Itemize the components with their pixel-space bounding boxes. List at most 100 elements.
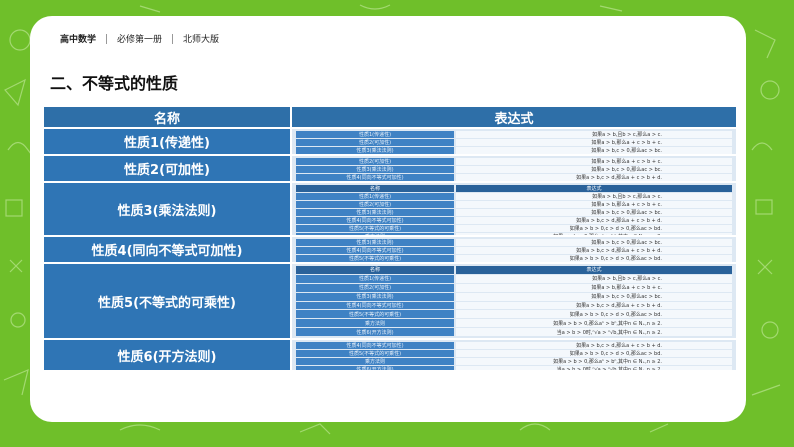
nested-header-expression: 表达式 bbox=[456, 185, 732, 192]
nested-row-expression: 如果a > b > 0,那么aⁿ > bⁿ,其中n ∈ N₊,n ≥ 2. bbox=[456, 233, 732, 235]
nested-table-image: 性质3(乘法法则) 如果a > b,c > 0,那么ac > bc. 性质4(同向不… bbox=[296, 239, 732, 262]
nested-row-expression: 如果a > b,那么a + c > b + c. bbox=[456, 158, 732, 165]
nested-table-row: 性质5(不等式的可乘性) 如果a > b > 0,c > d > 0,那么ac >… bbox=[296, 255, 732, 262]
nested-table-row: 性质3(乘法法则) 如果a > b,c > 0,那么ac > bc. bbox=[296, 239, 732, 246]
nested-table-row: 性质2(可加性) 如果a > b,那么a + c > b + c. bbox=[296, 283, 732, 292]
nested-row-name: 乘方法则 bbox=[296, 319, 454, 328]
nested-row-expression: 如果a > b > 0,c > d > 0,那么ac > bd. bbox=[456, 255, 732, 262]
table-row: 性质3(乘法法则) 名称 表达式 性质1(传递性) 如果a > b,且b > c,那么a… bbox=[44, 183, 736, 235]
section-title-row: 二、不等式的性质 bbox=[50, 70, 178, 94]
table-row: 性质5(不等式的可乘性) 名称 表达式 性质1(传递性) 如果a > b,且b > c,… bbox=[44, 264, 736, 338]
nested-row-expression: 如果a > b,c > 0,那么ac > bc. bbox=[456, 147, 732, 154]
nested-row-name: 性质3(乘法法则) bbox=[296, 239, 454, 246]
nested-row-expression: 如果a > b,那么a + c > b + c. bbox=[456, 201, 732, 208]
property-name-cell: 性质4(同向不等式可加性) bbox=[44, 237, 290, 262]
publisher-label: 北师大版 bbox=[183, 35, 220, 45]
expression-cell: 名称 表达式 性质1(传递性) 如果a > b,且b > c,那么a > c. 性质2(… bbox=[292, 264, 736, 338]
nested-table-row: 性质6(开方法则) 当a > b > 0时,ⁿ√a > ⁿ√b,其中n ∈ N₊,… bbox=[296, 328, 732, 336]
nested-row-name: 性质6(开方法则) bbox=[296, 366, 454, 370]
nested-row-expression: 如果a > b,且b > c,那么a > c. bbox=[456, 193, 732, 200]
nested-row-expression: 如果a > b > 0,那么aⁿ > bⁿ,其中n ∈ N₊,n ≥ 2. bbox=[456, 358, 732, 365]
nested-table-row: 性质4(同向不等式可加性) 如果a > b,c > d,那么a + c > b +… bbox=[296, 342, 732, 349]
nested-row-expression: 如果a > b,且b > c,那么a > c. bbox=[456, 274, 732, 283]
nested-row-name: 性质5(不等式的可乘性) bbox=[296, 225, 454, 232]
property-name-cell: 性质3(乘法法则) bbox=[44, 183, 290, 235]
nested-row-name: 乘方法则 bbox=[296, 358, 454, 365]
nested-table-image: 名称 表达式 性质1(传递性) 如果a > b,且b > c,那么a > c. 性质2(… bbox=[296, 266, 732, 336]
nested-row-expression: 如果a > b,c > d,那么a + c > b + d. bbox=[456, 174, 732, 181]
nested-table-header: 名称 表达式 bbox=[296, 185, 732, 192]
book-label: 必修第一册 bbox=[117, 35, 163, 45]
expression-cell: 名称 表达式 性质1(传递性) 如果a > b,且b > c,那么a > c. 性质2(… bbox=[292, 183, 736, 235]
column-header-name: 名称 bbox=[44, 107, 290, 127]
nested-table-row: 性质5(不等式的可乘性) 如果a > b > 0,c > d > 0,那么ac >… bbox=[296, 310, 732, 319]
subject-label: 高中数学 bbox=[60, 35, 97, 45]
nested-table-row: 性质2(可加性) 如果a > b,那么a + c > b + c. bbox=[296, 158, 732, 165]
inequality-properties-table: 名称 表达式 性质1(传递性) 性质1(传递性) 如果a > b,且b > c,那么… bbox=[44, 107, 736, 370]
nested-row-name: 性质3(乘法法则) bbox=[296, 166, 454, 173]
section-title: 二、不等式的性质 bbox=[50, 74, 179, 93]
property-name-cell: 性质5(不等式的可乘性) bbox=[44, 264, 290, 338]
nested-table-row: 乘方法则如果a > b > 0,那么aⁿ > bⁿ,其中n ∈ N₊,n ≥ 2… bbox=[296, 358, 732, 365]
table-row: 性质2(可加性) 性质2(可加性) 如果a > b,那么a + c > b + c.… bbox=[44, 156, 736, 181]
nested-row-name: 性质1(传递性) bbox=[296, 193, 454, 200]
nested-row-expression: 如果a > b,那么a + c > b + c. bbox=[456, 139, 732, 146]
nested-row-name: 性质5(不等式的可乘性) bbox=[296, 310, 454, 319]
nested-table-row: 性质4(同向不等式可加性) 如果a > b,c > d,那么a + c > b +… bbox=[296, 301, 732, 310]
header-divider bbox=[172, 33, 174, 44]
property-name-cell: 性质2(可加性) bbox=[44, 156, 290, 181]
nested-row-expression: 当a > b > 0时,ⁿ√a > ⁿ√b,其中n ∈ N₊,n ≥ 2. bbox=[456, 366, 732, 370]
nested-row-expression: 如果a > b,c > 0,那么ac > bc. bbox=[456, 292, 732, 301]
table-row: 性质4(同向不等式可加性) 性质3(乘法法则) 如果a > b,c > 0,那么ac… bbox=[44, 237, 736, 262]
nested-table-row: 性质2(可加性) 如果a > b,那么a + c > b + c. bbox=[296, 201, 732, 208]
nested-table-row: 性质4(同向不等式可加性) 如果a > b,c > d,那么a + c > b +… bbox=[296, 247, 732, 254]
nested-table-row: 乘方法则如果a > b > 0,那么aⁿ > bⁿ,其中n ∈ N₊,n ≥ 2… bbox=[296, 233, 732, 235]
nested-table-row: 性质3(乘法法则) 如果a > b,c > 0,那么ac > bc. bbox=[296, 166, 732, 173]
property-name-cell: 性质1(传递性) bbox=[44, 129, 290, 154]
nested-table-row: 性质5(不等式的可乘性) 如果a > b > 0,c > d > 0,那么ac >… bbox=[296, 225, 732, 232]
nested-row-expression: 如果a > b > 0,c > d > 0,那么ac > bd. bbox=[456, 310, 732, 319]
nested-row-name: 性质1(传递性) bbox=[296, 131, 454, 138]
nested-table-image: 性质1(传递性) 如果a > b,且b > c,那么a > c. 性质2(可加性) 如… bbox=[296, 131, 732, 154]
nested-row-name: 性质6(开方法则) bbox=[296, 328, 454, 336]
nested-row-expression: 如果a > b > 0,那么aⁿ > bⁿ,其中n ∈ N₊,n ≥ 2. bbox=[456, 319, 732, 328]
nested-row-name: 性质4(同向不等式可加性) bbox=[296, 247, 454, 254]
course-header: 高中数学 必修第一册 北师大版 bbox=[60, 32, 219, 45]
table-row: 性质6(开方法则) 性质4(同向不等式可加性) 如果a > b,c > d,那么a … bbox=[44, 340, 736, 370]
nested-row-name: 性质4(同向不等式可加性) bbox=[296, 301, 454, 310]
nested-row-name: 乘方法则 bbox=[296, 233, 454, 235]
nested-row-name: 性质2(可加性) bbox=[296, 201, 454, 208]
nested-header-name: 名称 bbox=[296, 266, 454, 274]
nested-row-expression: 如果a > b,c > d,那么a + c > b + d. bbox=[456, 301, 732, 310]
nested-table-image: 性质4(同向不等式可加性) 如果a > b,c > d,那么a + c > b +… bbox=[296, 342, 732, 370]
table-header: 名称 表达式 bbox=[44, 107, 736, 127]
nested-table-row: 性质2(可加性) 如果a > b,那么a + c > b + c. bbox=[296, 139, 732, 146]
nested-row-expression: 如果a > b,c > 0,那么ac > bc. bbox=[456, 166, 732, 173]
header-divider bbox=[106, 33, 108, 44]
expression-cell: 性质2(可加性) 如果a > b,那么a + c > b + c. 性质3(乘法法则… bbox=[292, 156, 736, 181]
nested-table-row: 性质4(同向不等式可加性) 如果a > b,c > d,那么a + c > b +… bbox=[296, 217, 732, 224]
column-header-expression: 表达式 bbox=[292, 107, 736, 127]
nested-row-name: 性质4(同向不等式可加性) bbox=[296, 342, 454, 349]
nested-table-row: 性质1(传递性) 如果a > b,且b > c,那么a > c. bbox=[296, 131, 732, 138]
nested-table-image: 名称 表达式 性质1(传递性) 如果a > b,且b > c,那么a > c. 性质2(… bbox=[296, 185, 732, 235]
nested-header-name: 名称 bbox=[296, 185, 454, 192]
nested-row-name: 性质4(同向不等式可加性) bbox=[296, 217, 454, 224]
nested-table-row: 性质4(同向不等式可加性) 如果a > b,c > d,那么a + c > b +… bbox=[296, 174, 732, 181]
nested-row-expression: 如果a > b,那么a + c > b + c. bbox=[456, 283, 732, 292]
nested-row-name: 性质5(不等式的可乘性) bbox=[296, 350, 454, 357]
nested-table-row: 乘方法则如果a > b > 0,那么aⁿ > bⁿ,其中n ∈ N₊,n ≥ 2… bbox=[296, 319, 732, 328]
nested-table-row: 性质1(传递性) 如果a > b,且b > c,那么a > c. bbox=[296, 193, 732, 200]
nested-table-row: 性质3(乘法法则) 如果a > b,c > 0,那么ac > bc. bbox=[296, 147, 732, 154]
nested-row-expression: 如果a > b,c > d,那么a + c > b + d. bbox=[456, 342, 732, 349]
nested-table-header: 名称 表达式 bbox=[296, 266, 732, 274]
expression-cell: 性质3(乘法法则) 如果a > b,c > 0,那么ac > bc. 性质4(同向不… bbox=[292, 237, 736, 262]
nested-row-name: 性质3(乘法法则) bbox=[296, 292, 454, 301]
property-name-cell: 性质6(开方法则) bbox=[44, 340, 290, 370]
nested-row-name: 性质5(不等式的可乘性) bbox=[296, 255, 454, 262]
nested-row-name: 性质2(可加性) bbox=[296, 283, 454, 292]
nested-row-expression: 如果a > b,c > 0,那么ac > bc. bbox=[456, 209, 732, 216]
nested-row-expression: 如果a > b,c > d,那么a + c > b + d. bbox=[456, 247, 732, 254]
nested-table-row: 性质6(开方法则) 当a > b > 0时,ⁿ√a > ⁿ√b,其中n ∈ N₊,… bbox=[296, 366, 732, 370]
nested-row-name: 性质2(可加性) bbox=[296, 139, 454, 146]
